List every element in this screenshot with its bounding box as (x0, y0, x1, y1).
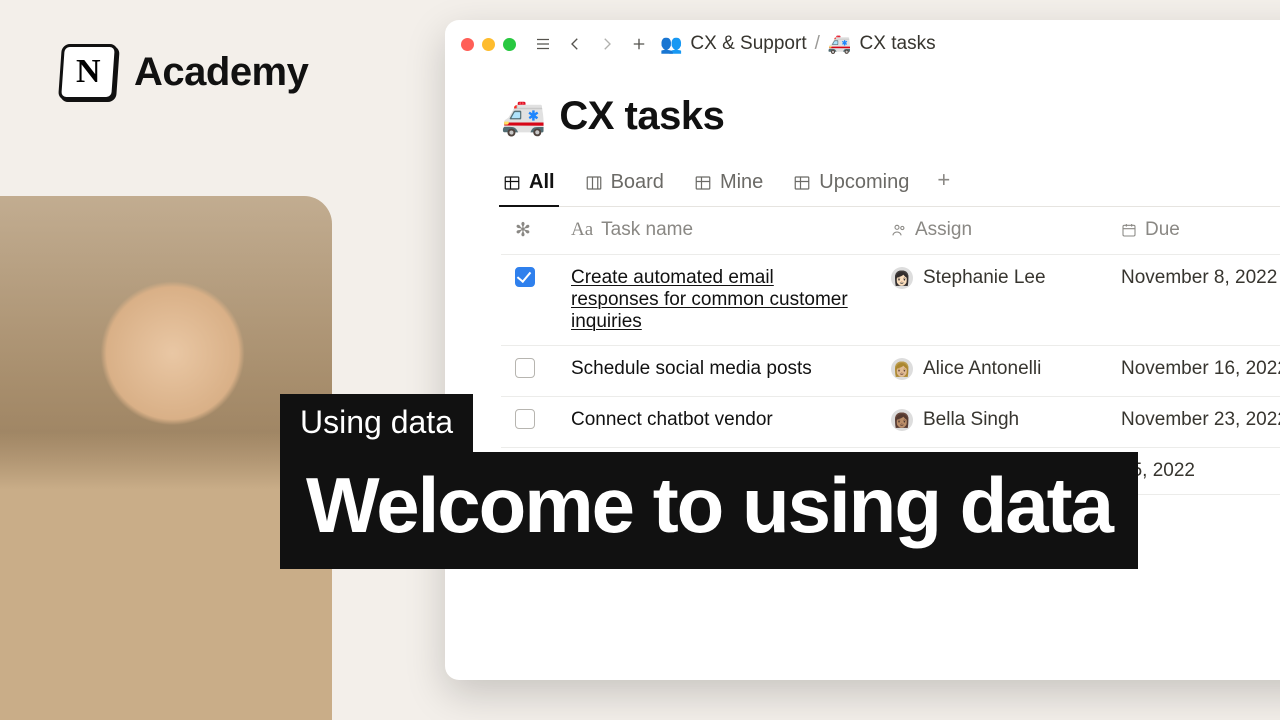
brand-label: Academy (134, 50, 308, 95)
window-traffic-lights[interactable] (461, 38, 516, 51)
column-task-name[interactable]: Task name (601, 219, 693, 241)
overlay-subtitle: Using data (280, 394, 473, 453)
tab-all[interactable]: All (501, 163, 557, 206)
app-window: 👥 CX & Support / 🚑 CX tasks 🚑 CX tasks A… (445, 20, 1280, 680)
notion-logo-icon: N (58, 44, 118, 100)
close-icon[interactable] (461, 38, 474, 51)
breadcrumb[interactable]: 👥 CX & Support / 🚑 CX tasks (660, 32, 936, 56)
avatar: 👩🏽 (891, 409, 913, 431)
people-icon: 👥 (660, 34, 682, 55)
tab-board[interactable]: Board (583, 163, 666, 206)
table-row[interactable]: Connect chatbot vendor 👩🏽 Bella Singh Nov… (501, 397, 1280, 448)
maximize-icon[interactable] (503, 38, 516, 51)
assignee-cell[interactable]: Bella Singh (923, 409, 1019, 431)
breadcrumb-separator: / (815, 33, 820, 55)
due-cell[interactable]: November 16, 2022 (1121, 358, 1280, 379)
task-name-cell[interactable]: Create automated email responses for com… (571, 267, 848, 332)
column-assign[interactable]: Assign (915, 219, 972, 241)
checkbox-icon[interactable] (515, 358, 535, 378)
avatar: 👩🏻 (891, 267, 913, 289)
due-cell[interactable]: November 8, 2022 (1121, 267, 1277, 288)
tab-mine[interactable]: Mine (692, 163, 765, 206)
status-column-icon: ✻ (515, 219, 531, 242)
brand-header: N Academy (60, 44, 308, 100)
new-page-icon[interactable] (628, 33, 650, 55)
view-tabs: All Board Mine Upcoming + (501, 163, 1280, 207)
page-title: 🚑 CX tasks (501, 94, 1280, 139)
calendar-icon (1121, 222, 1137, 238)
checkbox-icon[interactable] (515, 409, 535, 429)
assignee-cell[interactable]: Stephanie Lee (923, 267, 1046, 289)
task-name-cell[interactable]: Connect chatbot vendor (571, 409, 773, 430)
assignee-cell[interactable]: Alice Antonelli (923, 358, 1041, 380)
people-icon (891, 222, 907, 238)
add-view-button[interactable]: + (937, 167, 950, 203)
table-row[interactable]: Schedule social media posts 👩🏼 Alice Anto… (501, 346, 1280, 397)
minimize-icon[interactable] (482, 38, 495, 51)
tab-upcoming[interactable]: Upcoming (791, 163, 911, 206)
column-due[interactable]: Due (1145, 219, 1180, 241)
table-row[interactable]: Create automated email responses for com… (501, 255, 1280, 346)
task-name-cell[interactable]: Schedule social media posts (571, 358, 812, 379)
due-cell[interactable]: November 23, 2022 (1121, 409, 1280, 430)
text-icon: Aa (571, 219, 593, 241)
sidebar-toggle-icon[interactable] (532, 33, 554, 55)
nav-forward-icon[interactable] (596, 33, 618, 55)
nav-back-icon[interactable] (564, 33, 586, 55)
ambulance-icon: 🚑 (828, 32, 852, 56)
page-icon[interactable]: 🚑 (501, 96, 545, 138)
window-topbar: 👥 CX & Support / 🚑 CX tasks (445, 20, 1280, 68)
breadcrumb-parent[interactable]: CX & Support (690, 33, 806, 55)
checkbox-icon[interactable] (515, 267, 535, 287)
avatar: 👩🏼 (891, 358, 913, 380)
page-title-text[interactable]: CX tasks (559, 94, 724, 139)
breadcrumb-page[interactable]: CX tasks (860, 33, 936, 55)
overlay-title: Welcome to using data (280, 452, 1138, 569)
